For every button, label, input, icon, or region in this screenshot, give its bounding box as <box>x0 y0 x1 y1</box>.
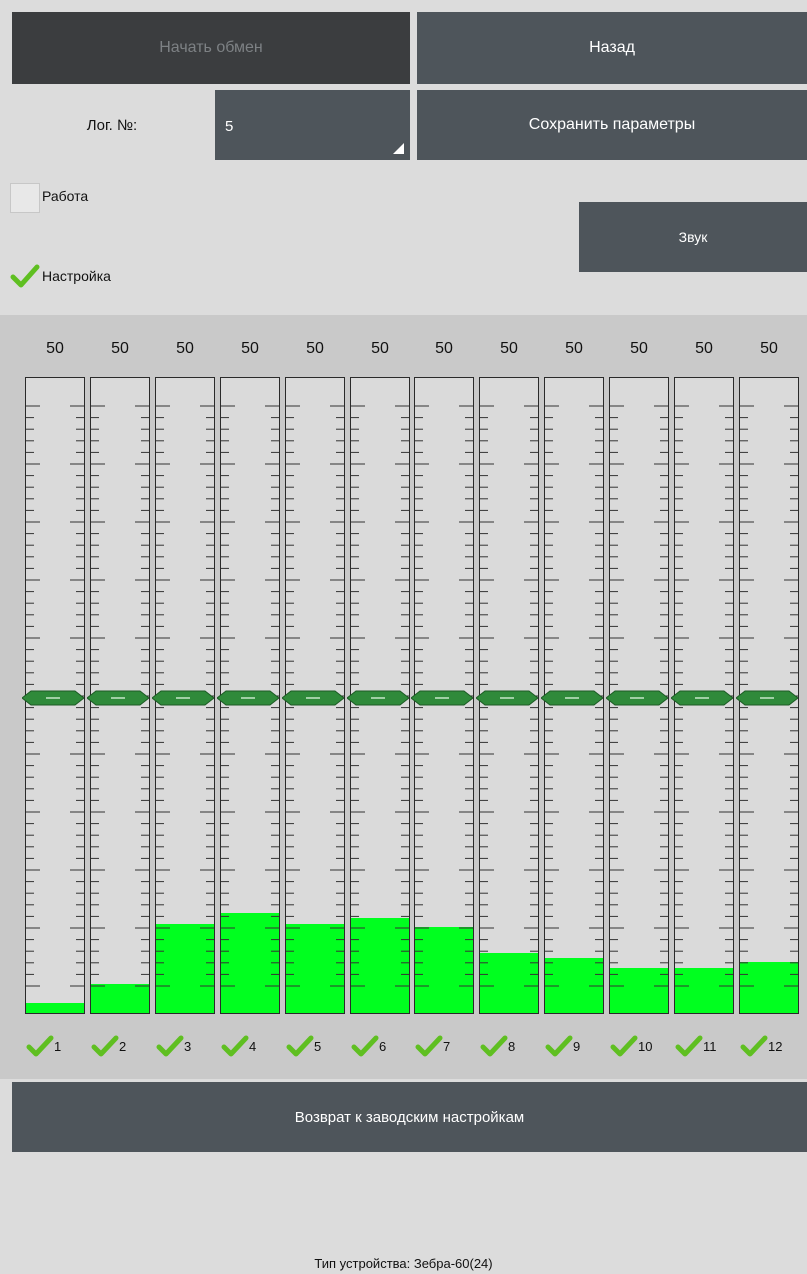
channel-enable-checkbox[interactable]: 1 <box>26 1032 61 1060</box>
channel-number-label: 2 <box>119 1038 127 1054</box>
channel-setting-value: 50 <box>695 340 713 357</box>
check-icon <box>221 1032 249 1060</box>
slider-thumb-icon[interactable] <box>541 690 603 706</box>
channel-slider[interactable] <box>541 377 604 1014</box>
mode-setup-checkbox[interactable]: Настройка <box>10 261 111 291</box>
channel-slider[interactable] <box>411 377 474 1014</box>
channel-slider[interactable] <box>476 377 539 1014</box>
channel-number-label: 3 <box>184 1038 192 1054</box>
mode-setup-label: Настройка <box>42 268 111 284</box>
check-icon <box>26 1032 54 1060</box>
check-icon <box>10 261 40 291</box>
slider-thumb-icon[interactable] <box>671 690 733 706</box>
slider-thumb-icon[interactable] <box>606 690 668 706</box>
check-icon <box>415 1032 443 1060</box>
channel-number-label: 5 <box>314 1038 322 1054</box>
slider-thumb-icon[interactable] <box>152 690 214 706</box>
check-icon <box>610 1032 638 1060</box>
channel-enable-checkbox[interactable]: 4 <box>221 1032 256 1060</box>
channel-number-label: 11 <box>703 1038 717 1054</box>
channel-number-label: 1 <box>54 1038 62 1054</box>
channel-number-label: 4 <box>249 1038 257 1054</box>
slider-thumb-icon[interactable] <box>282 690 344 706</box>
channel-slider[interactable] <box>217 377 280 1014</box>
channel-slider[interactable] <box>87 377 150 1014</box>
channel-number-label: 12 <box>768 1038 783 1054</box>
channel-enable-checkbox[interactable]: 5 <box>286 1032 321 1060</box>
channel-number-label: 7 <box>443 1038 451 1054</box>
factory-reset-button[interactable]: Возврат к заводским настройкам <box>12 1082 807 1152</box>
mode-work-label: Работа <box>42 188 89 204</box>
slider-thumb-icon[interactable] <box>736 690 798 706</box>
channel-enable-checkbox[interactable]: 8 <box>480 1032 515 1060</box>
channel-slider[interactable] <box>671 377 734 1014</box>
channel-setting-value: 50 <box>306 340 324 357</box>
channel-setting-value: 50 <box>111 340 129 357</box>
check-icon <box>740 1032 768 1060</box>
channel-slider[interactable] <box>606 377 669 1014</box>
mode-work-checkbox[interactable]: Работа <box>10 183 88 213</box>
channel-enable-checkbox[interactable]: 2 <box>91 1032 126 1060</box>
dropdown-corner-icon <box>393 143 404 154</box>
check-icon <box>91 1032 119 1060</box>
channel-enable-checkbox[interactable]: 6 <box>351 1032 386 1060</box>
channel-slider[interactable] <box>282 377 345 1014</box>
check-icon <box>545 1032 573 1060</box>
checkbox-empty-icon <box>10 183 40 213</box>
slider-thumb-icon[interactable] <box>217 690 279 706</box>
sound-button[interactable]: Звук <box>579 202 807 272</box>
channel-number-label: 9 <box>573 1038 581 1054</box>
back-button[interactable]: Назад <box>417 12 807 84</box>
start-exchange-button[interactable]: Начать обмен <box>12 12 410 84</box>
check-icon <box>351 1032 379 1060</box>
slider-thumb-icon[interactable] <box>476 690 538 706</box>
channel-enable-checkbox[interactable]: 11 <box>675 1032 717 1060</box>
channel-setting-value: 50 <box>241 340 259 357</box>
channel-setting-value: 50 <box>176 340 194 357</box>
channel-enable-checkbox[interactable]: 12 <box>740 1032 782 1060</box>
slider-thumb-icon[interactable] <box>347 690 409 706</box>
channel-setting-value: 50 <box>565 340 583 357</box>
channel-enable-checkbox[interactable]: 7 <box>415 1032 450 1060</box>
log-number-select[interactable]: 5 <box>215 90 410 160</box>
channel-setting-value: 50 <box>46 340 64 357</box>
check-icon <box>156 1032 184 1060</box>
log-number-value: 5 <box>225 118 234 135</box>
channel-setting-value: 50 <box>630 340 648 357</box>
channel-slider[interactable] <box>347 377 410 1014</box>
channel-slider[interactable] <box>152 377 215 1014</box>
channel-slider[interactable] <box>736 377 799 1014</box>
check-icon <box>286 1032 314 1060</box>
check-icon <box>675 1032 703 1060</box>
check-icon <box>480 1032 508 1060</box>
channel-enable-checkbox[interactable]: 9 <box>545 1032 580 1060</box>
slider-thumb-icon[interactable] <box>87 690 149 706</box>
slider-thumb-icon[interactable] <box>22 690 84 706</box>
channel-setting-value: 50 <box>435 340 453 357</box>
channel-number-label: 10 <box>638 1038 653 1054</box>
channel-setting-value: 50 <box>500 340 518 357</box>
log-number-label: Лог. №: <box>86 116 138 134</box>
channel-setting-value: 50 <box>760 340 778 357</box>
channel-slider[interactable] <box>22 377 85 1014</box>
slider-thumb-icon[interactable] <box>411 690 473 706</box>
device-type-label: Тип устройства: Зебра-60(24) <box>314 1256 493 1271</box>
channel-number-label: 8 <box>508 1038 516 1054</box>
channel-enable-checkbox[interactable]: 10 <box>610 1032 652 1060</box>
channel-number-label: 6 <box>379 1038 387 1054</box>
channel-enable-checkbox[interactable]: 3 <box>156 1032 191 1060</box>
channel-setting-value: 50 <box>371 340 389 357</box>
save-parameters-button[interactable]: Сохранить параметры <box>417 90 807 160</box>
